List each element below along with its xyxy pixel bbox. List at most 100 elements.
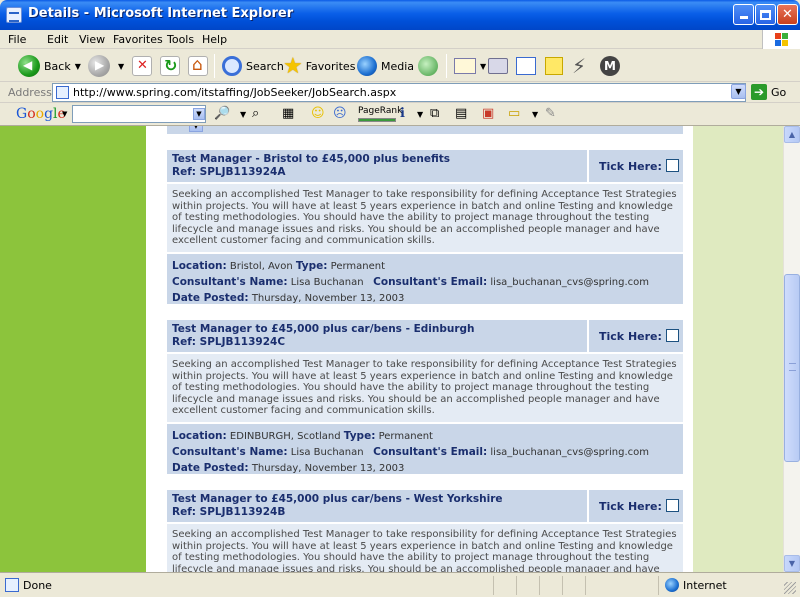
media-button[interactable]: Media (357, 53, 414, 79)
standard-toolbar: Back ▼ ▼ Search ★ Favorites Media ▼ ⚡ M (0, 49, 800, 82)
favorites-button[interactable]: ★ Favorites (283, 53, 355, 79)
search-button[interactable]: Search (222, 53, 284, 79)
menu-tools[interactable]: Tools (167, 33, 194, 46)
popup-icon[interactable]: ⧉ (430, 106, 439, 121)
close-button[interactable]: ✕ (777, 4, 798, 25)
minimize-icon (739, 16, 748, 19)
tick-checkbox[interactable] (666, 499, 679, 512)
home-icon (188, 55, 208, 76)
internet-zone-icon (665, 578, 679, 592)
address-dropdown-icon[interactable]: ▼ (731, 84, 746, 99)
type-value: Permanent (330, 261, 386, 272)
google-dropdown-icon[interactable]: ▼ (62, 110, 67, 118)
highlight-pen-icon[interactable]: ✎ (545, 106, 556, 121)
menu-bar: File Edit View Favorites Tools Help (0, 30, 800, 50)
extension-button[interactable]: M (600, 53, 620, 79)
previous-job-strip: ▼ (167, 126, 683, 134)
email-value[interactable]: lisa_buchanan_cvs@spring.com (490, 277, 649, 288)
info-dropdown-icon[interactable]: ▼ (417, 110, 423, 119)
frown-icon[interactable]: ☹ (333, 106, 347, 121)
minimize-button[interactable] (733, 4, 754, 25)
job-listing: Test Manager to £45,000 plus car/bens - … (167, 320, 683, 474)
document-icon[interactable]: ▤ (455, 106, 467, 121)
google-search-dropdown-icon[interactable]: ▼ (193, 108, 205, 120)
search-label: Search (246, 59, 284, 73)
info-icon[interactable]: ℹ (400, 106, 405, 121)
resize-grip[interactable] (784, 582, 796, 594)
job-title[interactable]: Test Manager - Bristol to £45,000 plus b… (172, 153, 450, 165)
history-button[interactable] (418, 53, 438, 79)
forward-button[interactable]: ▼ (88, 53, 124, 79)
messenger-icon: ⚡ (572, 54, 587, 78)
stop-icon (132, 56, 152, 76)
tick-checkbox[interactable] (666, 329, 679, 342)
home-button[interactable] (188, 53, 208, 79)
date-value: Thursday, November 13, 2003 (251, 293, 405, 304)
google-search-input[interactable] (72, 105, 206, 123)
print-button[interactable] (488, 53, 508, 79)
search-site-icon[interactable]: ⌕ (252, 106, 259, 121)
scroll-thumb[interactable] (784, 274, 800, 462)
window-title: Details - Microsoft Internet Explorer (28, 6, 294, 21)
status-panel (516, 576, 517, 595)
select-dropdown-icon[interactable]: ▼ (189, 126, 203, 132)
edit-icon (516, 57, 536, 75)
address-label: Address (8, 86, 52, 99)
job-header: Test Manager to £45,000 plus car/bens - … (167, 490, 683, 524)
scroll-down-icon[interactable]: ▼ (784, 555, 800, 572)
toolbar-separator (446, 54, 447, 78)
smiley-icon[interactable]: ☺ (311, 106, 325, 121)
search-web-dropdown-icon[interactable]: ▼ (240, 110, 246, 119)
messenger-button[interactable]: ⚡ (572, 53, 586, 79)
vertical-scrollbar[interactable]: ▲ ▼ (783, 126, 800, 572)
go-label: Go (771, 85, 787, 99)
stop-button[interactable] (132, 53, 152, 79)
folder-icon[interactable]: ▭ (508, 106, 520, 121)
job-title[interactable]: Test Manager to £45,000 plus car/bens - … (172, 493, 503, 505)
address-bar: Address http://www.spring.com/itstaffing… (0, 82, 800, 103)
location-value: EDINBURGH, Scotland (229, 431, 341, 442)
back-button[interactable]: Back ▼ (18, 53, 81, 79)
windows-logo (762, 30, 800, 50)
email-label: Consultant's Email: (373, 446, 488, 458)
refresh-button[interactable] (160, 53, 180, 79)
back-dropdown-icon[interactable]: ▼ (75, 62, 81, 71)
news-icon[interactable]: ▦ (282, 106, 294, 121)
ie-page-icon (6, 7, 22, 23)
left-green-sidebar (0, 126, 146, 572)
date-value: Thursday, November 13, 2003 (251, 463, 405, 474)
discuss-button[interactable] (545, 53, 563, 79)
menu-edit[interactable]: Edit (47, 33, 68, 46)
job-listing: Test Manager - Bristol to £45,000 plus b… (167, 150, 683, 304)
tick-checkbox[interactable] (666, 159, 679, 172)
image-icon[interactable]: ▣ (482, 106, 494, 121)
page-done-icon (5, 578, 19, 592)
mail-icon (454, 58, 476, 74)
type-label: Type: (343, 430, 376, 442)
go-arrow-icon: ➔ (751, 84, 767, 100)
type-label: Type: (295, 260, 328, 272)
search-web-icon[interactable]: 🔎 (214, 106, 230, 121)
date-label: Date Posted: (172, 292, 249, 304)
address-input[interactable]: http://www.spring.com/itstaffing/JobSeek… (52, 83, 746, 102)
email-value[interactable]: lisa_buchanan_cvs@spring.com (490, 447, 649, 458)
forward-dropdown-icon[interactable]: ▼ (118, 62, 124, 71)
folder-dropdown-icon[interactable]: ▼ (532, 110, 538, 119)
favorites-star-icon: ★ (283, 53, 303, 79)
job-title[interactable]: Test Manager to £45,000 plus car/bens - … (172, 323, 475, 335)
mail-button[interactable]: ▼ (454, 53, 486, 79)
job-header: Test Manager - Bristol to £45,000 plus b… (167, 150, 683, 184)
consultant-value: Lisa Buchanan (290, 277, 364, 288)
menu-view[interactable]: View (79, 33, 105, 46)
go-button[interactable]: ➔ Go (751, 84, 786, 100)
m-logo-icon: M (600, 56, 620, 76)
maximize-button[interactable] (755, 4, 776, 25)
scroll-up-icon[interactable]: ▲ (784, 126, 800, 143)
edit-button[interactable] (516, 53, 536, 79)
tick-label: Tick Here: (599, 500, 662, 513)
menu-favorites[interactable]: Favorites (113, 33, 163, 46)
menu-file[interactable]: File (8, 33, 26, 46)
google-logo[interactable]: Google (16, 106, 66, 122)
mail-dropdown-icon[interactable]: ▼ (480, 62, 486, 71)
menu-help[interactable]: Help (202, 33, 227, 46)
